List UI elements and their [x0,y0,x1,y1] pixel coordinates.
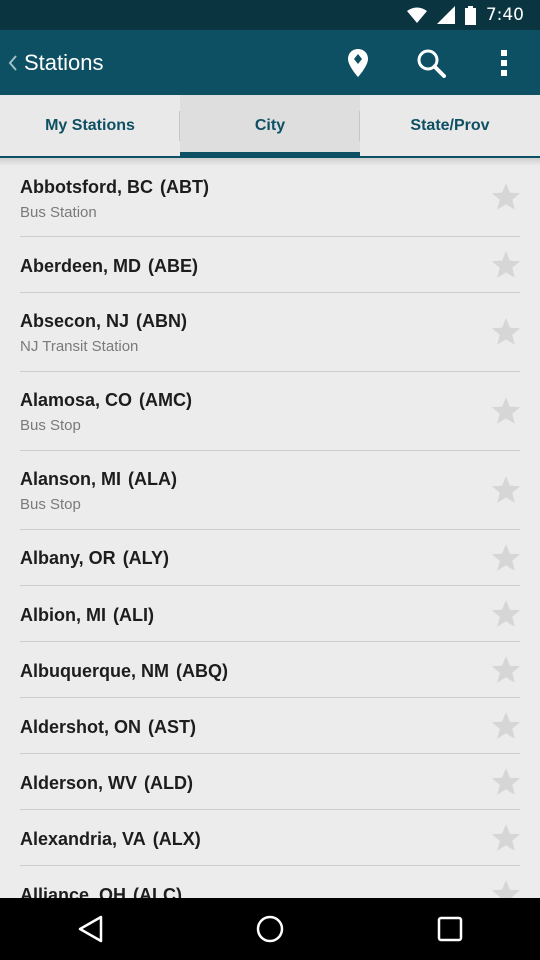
overflow-menu-icon[interactable] [467,30,540,95]
tab-state-prov[interactable]: State/Prov [360,95,540,157]
station-code: (ALX) [152,829,201,849]
tab-label: City [254,117,286,134]
station-city: Alderson, WV [20,773,138,793]
action-bar: Stations [0,30,540,95]
star-icon[interactable] [490,598,522,630]
list-item[interactable]: Albion, MI (ALI) [0,586,540,641]
tab-city[interactable]: City [180,95,360,157]
station-type: NJ Transit Station [20,338,139,355]
tab-label: My Stations [45,117,135,134]
station-city: Albany, OR [20,548,116,568]
station-code: (ABE) [148,256,199,276]
station-type: Bus Stop [20,496,81,513]
list-item[interactable]: Alanson, MI (ALA) Bus Stop [0,451,540,529]
list-item[interactable]: Alliance, OH (ALC) [0,866,540,898]
chevron-left-icon[interactable] [2,30,24,95]
station-city: Abbotsford, BC [20,177,153,197]
station-list[interactable]: Abbotsford, BC (ABT) Bus Station Aberdeen… [0,158,540,898]
station-code: (ABT) [159,177,209,197]
star-icon[interactable] [490,710,522,742]
tab-my-stations[interactable]: My Stations [0,95,180,157]
station-type: Bus Stop [20,417,81,434]
star-icon[interactable] [490,474,522,506]
page-title[interactable]: Stations [24,50,104,76]
star-icon[interactable] [490,249,522,281]
home-icon[interactable] [230,898,310,960]
list-item[interactable]: Abbotsford, BC (ABT) Bus Station [0,158,540,236]
star-icon[interactable] [490,878,522,899]
star-icon[interactable] [490,316,522,348]
station-city: Albion, MI [20,605,106,625]
list-item[interactable]: Albuquerque, NM (ABQ) [0,642,540,697]
navigation-bar [0,898,540,960]
station-city: Albuquerque, NM [20,661,169,681]
star-icon[interactable] [490,542,522,574]
station-city: Alamosa, CO [20,390,133,410]
station-code: (ABN) [136,311,188,331]
list-item[interactable]: Alamosa, CO (AMC) Bus Stop [0,372,540,450]
station-code: (ALA) [128,469,177,489]
status-clock: 7:40 [485,5,524,25]
battery-icon [464,5,476,25]
station-city: Alliance, OH [20,885,127,898]
station-city: Aldershot, ON [20,717,142,737]
list-item[interactable]: Aldershot, ON (AST) [0,698,540,753]
star-icon[interactable] [490,395,522,427]
station-city: Alexandria, VA [20,829,146,849]
station-city: Aberdeen, MD [20,256,142,276]
tab-bar: My Stations City State/Prov [0,95,540,157]
list-item[interactable]: Aberdeen, MD (ABE) [0,237,540,292]
list-item[interactable]: Absecon, NJ (ABN) NJ Transit Station [0,293,540,371]
station-code: (AMC) [139,390,193,410]
station-code: (ALI) [112,605,154,625]
station-code: (ABQ) [176,661,228,681]
star-icon[interactable] [490,654,522,686]
list-item[interactable]: Alderson, WV (ALD) [0,754,540,809]
star-icon[interactable] [490,766,522,798]
station-code: (ALC) [133,885,183,898]
search-icon[interactable] [394,30,467,95]
list-item[interactable]: Alexandria, VA (ALX) [0,810,540,865]
star-icon[interactable] [490,822,522,854]
wifi-icon [406,7,427,23]
station-city: Absecon, NJ [20,311,130,331]
recents-icon[interactable] [410,898,490,960]
station-code: (ALD) [144,773,193,793]
list-item[interactable]: Albany, OR (ALY) [0,530,540,585]
station-code: (ALY) [122,548,170,568]
station-type: Bus Station [20,204,97,221]
star-icon[interactable] [490,181,522,213]
station-code: (AST) [148,717,197,737]
tab-label: State/Prov [410,117,490,134]
back-icon[interactable] [50,898,130,960]
status-bar: 7:40 [0,0,540,30]
station-city: Alanson, MI [20,469,122,489]
cellular-signal-icon [436,6,455,24]
location-pin-icon[interactable] [321,30,394,95]
